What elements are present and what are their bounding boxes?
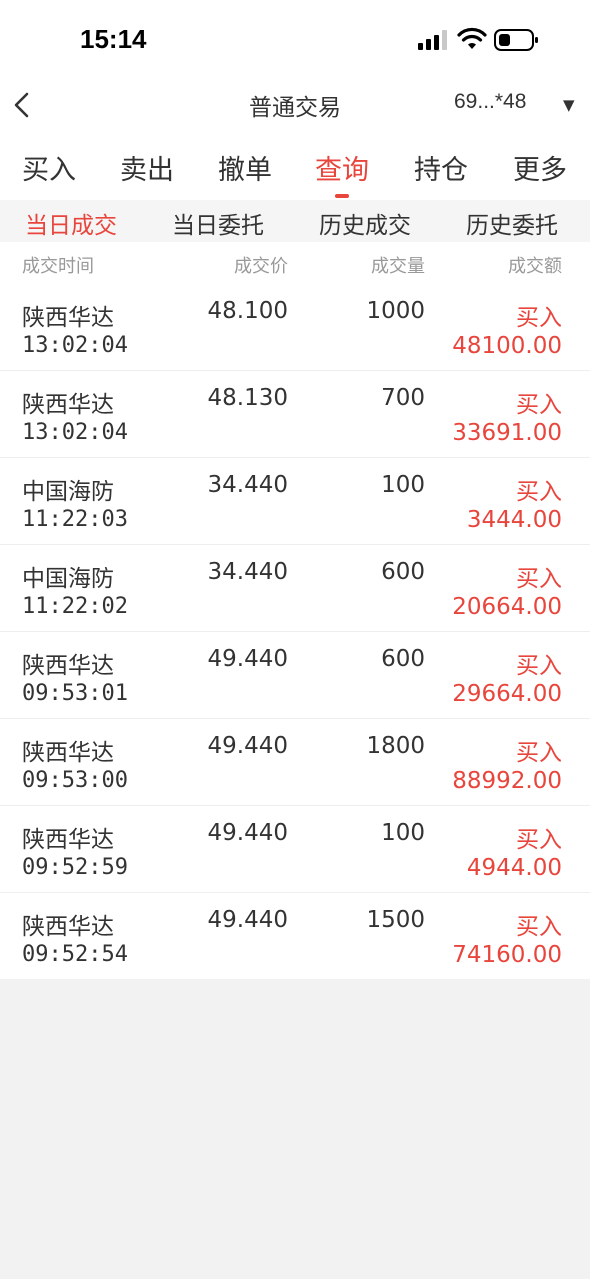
trade-volume: 100 xyxy=(381,472,425,498)
status-time: 15:14 xyxy=(80,24,147,54)
trade-amount: 20664.00 xyxy=(452,594,562,620)
subtab-history-orders[interactable]: 历史委托 xyxy=(466,206,558,240)
trade-amount: 48100.00 xyxy=(452,333,562,359)
trade-list: 陕西华达 13:02:04 48.100 1000 买入 48100.00 陕西华达 13:0… xyxy=(0,284,590,979)
trade-side: 买入 xyxy=(516,653,562,679)
trade-volume: 600 xyxy=(381,559,425,585)
subtab-today-trades[interactable]: 当日成交 xyxy=(25,206,117,240)
trade-amount: 74160.00 xyxy=(452,942,562,968)
trade-volume: 700 xyxy=(381,385,425,411)
trade-time: 09:53:01 xyxy=(22,681,128,706)
table-row[interactable]: 陕西华达 09:53:01 49.440 600 买入 29664.00 xyxy=(0,632,590,719)
status-bar: 15:14 xyxy=(0,0,590,80)
trade-price: 48.100 xyxy=(207,298,288,324)
trade-price: 34.440 xyxy=(207,559,288,585)
subtab-today-orders[interactable]: 当日委托 xyxy=(172,206,264,240)
trade-amount: 4944.00 xyxy=(466,855,562,881)
trade-time: 13:02:04 xyxy=(22,420,128,445)
page: 15:14 普通交易 69...*48 ▼ 买入 卖出 撤单 查询 持仓 更多 … xyxy=(0,0,590,1279)
column-header-amount: 成交额 xyxy=(508,256,562,277)
tab-positions[interactable]: 持仓 xyxy=(414,148,468,187)
trade-side: 买入 xyxy=(516,827,562,853)
trade-volume: 600 xyxy=(381,646,425,672)
trade-amount: 3444.00 xyxy=(466,507,562,533)
stock-name: 中国海防 xyxy=(22,479,114,505)
trade-volume: 1800 xyxy=(366,733,425,759)
table-row[interactable]: 陕西华达 13:02:04 48.130 700 买入 33691.00 xyxy=(0,371,590,458)
battery-icon xyxy=(494,29,538,51)
trade-time: 09:53:00 xyxy=(22,768,128,793)
trade-time: 11:22:02 xyxy=(22,594,128,619)
column-header-price: 成交价 xyxy=(234,256,288,277)
sub-tabs: 当日成交 当日委托 历史成交 历史委托 xyxy=(0,200,590,242)
trade-amount: 88992.00 xyxy=(452,768,562,794)
trade-volume: 1000 xyxy=(366,298,425,324)
trade-time: 09:52:59 xyxy=(22,855,128,880)
trade-side: 买入 xyxy=(516,479,562,505)
trade-side: 买入 xyxy=(516,566,562,592)
tab-sell[interactable]: 卖出 xyxy=(120,148,174,187)
stock-name: 陕西华达 xyxy=(22,305,114,331)
table-row[interactable]: 陕西华达 09:52:54 49.440 1500 买入 74160.00 xyxy=(0,893,590,979)
trade-time: 11:22:03 xyxy=(22,507,128,532)
trade-amount: 29664.00 xyxy=(452,681,562,707)
tab-more[interactable]: 更多 xyxy=(513,148,567,187)
column-header-time: 成交时间 xyxy=(22,256,94,277)
tab-cancel[interactable]: 撤单 xyxy=(218,148,272,187)
dropdown-arrow-icon[interactable]: ▼ xyxy=(563,96,575,114)
column-header-volume: 成交量 xyxy=(371,256,425,277)
signal-icon xyxy=(418,30,447,50)
trade-time: 13:02:04 xyxy=(22,333,128,358)
main-tabs: 买入 卖出 撤单 查询 持仓 更多 xyxy=(0,130,590,200)
stock-name: 陕西华达 xyxy=(22,827,114,853)
trade-price: 34.440 xyxy=(207,472,288,498)
trade-price: 49.440 xyxy=(207,733,288,759)
stock-name: 中国海防 xyxy=(22,566,114,592)
trade-side: 买入 xyxy=(516,740,562,766)
subtab-history-trades[interactable]: 历史成交 xyxy=(319,206,411,240)
table-row[interactable]: 陕西华达 09:53:00 49.440 1800 买入 88992.00 xyxy=(0,719,590,806)
tab-buy[interactable]: 买入 xyxy=(22,148,76,187)
trade-price: 48.130 xyxy=(207,385,288,411)
nav-header: 普通交易 69...*48 ▼ xyxy=(0,80,590,130)
tab-query[interactable]: 查询 xyxy=(315,148,369,187)
trade-volume: 1500 xyxy=(366,907,425,933)
trade-amount: 33691.00 xyxy=(452,420,562,446)
table-header: 成交时间 成交价 成交量 成交额 xyxy=(0,242,590,285)
stock-name: 陕西华达 xyxy=(22,392,114,418)
trade-side: 买入 xyxy=(516,305,562,331)
table-row[interactable]: 中国海防 11:22:03 34.440 100 买入 3444.00 xyxy=(0,458,590,545)
account-selector[interactable]: 69...*48 xyxy=(454,90,526,114)
table-row[interactable]: 陕西华达 13:02:04 48.100 1000 买入 48100.00 xyxy=(0,284,590,371)
active-tab-indicator xyxy=(335,194,349,198)
trade-price: 49.440 xyxy=(207,907,288,933)
table-row[interactable]: 陕西华达 09:52:59 49.440 100 买入 4944.00 xyxy=(0,806,590,893)
table-row[interactable]: 中国海防 11:22:02 34.440 600 买入 20664.00 xyxy=(0,545,590,632)
stock-name: 陕西华达 xyxy=(22,653,114,679)
trade-side: 买入 xyxy=(516,914,562,940)
stock-name: 陕西华达 xyxy=(22,740,114,766)
stock-name: 陕西华达 xyxy=(22,914,114,940)
trade-price: 49.440 xyxy=(207,646,288,672)
trade-volume: 100 xyxy=(381,820,425,846)
trade-price: 49.440 xyxy=(207,820,288,846)
trade-time: 09:52:54 xyxy=(22,942,128,967)
trade-side: 买入 xyxy=(516,392,562,418)
wifi-icon xyxy=(457,27,487,49)
